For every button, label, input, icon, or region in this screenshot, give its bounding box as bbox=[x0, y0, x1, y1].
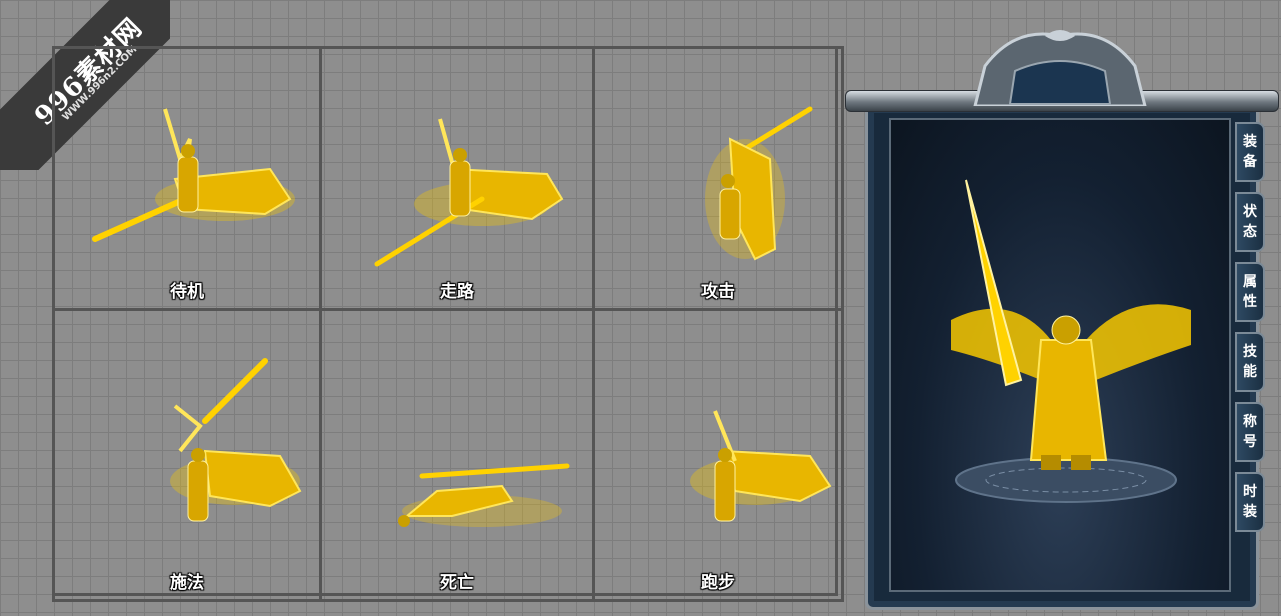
cast-sprite bbox=[170, 358, 302, 522]
action-cell-attack[interactable]: 攻击 bbox=[592, 46, 844, 311]
panel-crown-ornament bbox=[973, 30, 1147, 106]
action-cell-run[interactable]: 跑步 bbox=[592, 308, 844, 602]
panel-tabs: 装 备 状 态 属 性 技 能 称 号 时 装 bbox=[1235, 122, 1269, 542]
tab-status-char-1: 状 bbox=[1243, 204, 1257, 220]
tab-titles[interactable]: 称 号 bbox=[1235, 402, 1265, 462]
action-label-cast: 施法 bbox=[170, 573, 204, 593]
tab-fashion[interactable]: 时 装 bbox=[1235, 472, 1265, 532]
tab-fashion-char-2: 装 bbox=[1243, 504, 1257, 520]
tab-titles-char-1: 称 bbox=[1243, 414, 1257, 430]
idle-sprite bbox=[92, 108, 295, 242]
tab-skills-char-1: 技 bbox=[1243, 344, 1257, 360]
action-cell-walk[interactable]: 走路 bbox=[319, 46, 595, 311]
tab-status[interactable]: 状 态 bbox=[1235, 192, 1265, 252]
tab-status-char-2: 态 bbox=[1243, 224, 1257, 240]
action-cell-idle[interactable]: 待机 bbox=[52, 46, 322, 311]
action-label-walk: 走路 bbox=[440, 282, 474, 302]
tab-skills[interactable]: 技 能 bbox=[1235, 332, 1265, 392]
tab-attributes-char-2: 性 bbox=[1243, 294, 1257, 310]
action-cell-cast[interactable]: 施法 bbox=[52, 308, 322, 602]
run-sprite bbox=[690, 410, 832, 522]
tab-titles-char-2: 号 bbox=[1243, 434, 1257, 450]
character-viewport bbox=[889, 118, 1231, 592]
action-label-attack: 攻击 bbox=[701, 282, 735, 302]
tab-equipment-char-1: 装 bbox=[1243, 134, 1257, 150]
tab-equipment[interactable]: 装 备 bbox=[1235, 122, 1265, 182]
tab-fashion-char-1: 时 bbox=[1243, 484, 1257, 500]
action-label-run: 跑步 bbox=[701, 573, 735, 593]
action-cell-death[interactable]: 死亡 bbox=[319, 308, 595, 602]
action-grid: 待机 走路 攻击 施法 死亡 跑步 bbox=[52, 46, 844, 602]
walk-sprite bbox=[374, 118, 564, 267]
tab-attributes[interactable]: 属 性 bbox=[1235, 262, 1265, 322]
tab-equipment-char-2: 备 bbox=[1243, 154, 1257, 170]
action-label-death: 死亡 bbox=[440, 573, 474, 593]
character-model bbox=[951, 179, 1191, 503]
action-label-idle: 待机 bbox=[170, 282, 204, 302]
tab-attributes-char-1: 属 bbox=[1243, 274, 1257, 290]
attack-sprite bbox=[705, 106, 813, 261]
death-sprite bbox=[398, 463, 570, 527]
tab-skills-char-2: 能 bbox=[1243, 364, 1257, 380]
character-panel: 装 备 状 态 属 性 技 能 称 号 时 装 bbox=[845, 26, 1279, 612]
